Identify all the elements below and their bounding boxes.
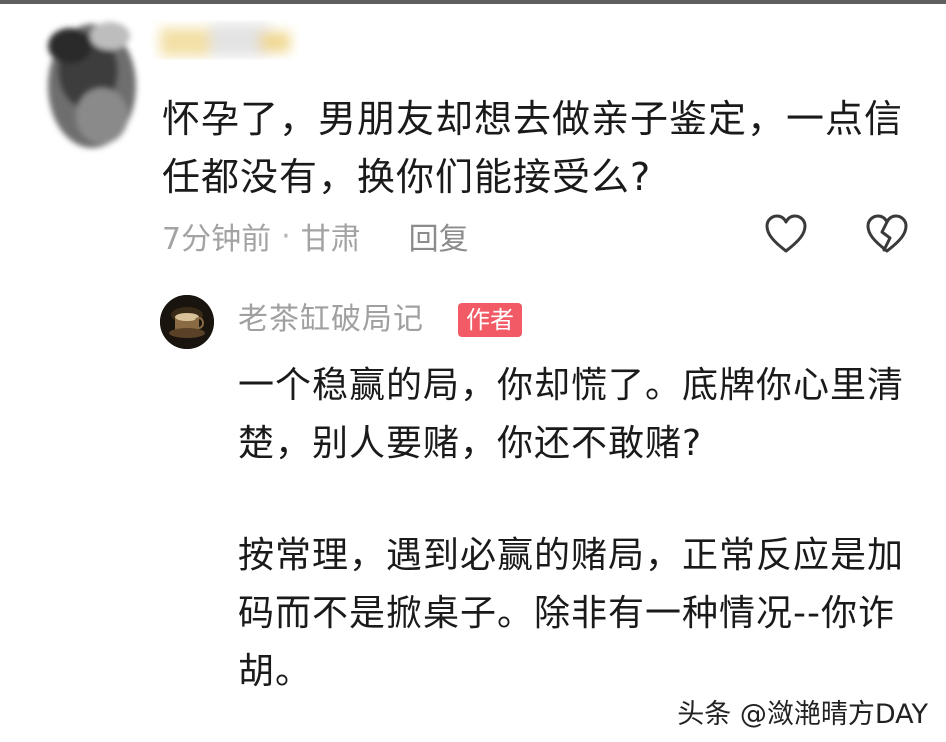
comment-meta: 7分钟前 · 甘肃 回复 <box>162 214 469 258</box>
commenter-avatar-blurred[interactable] <box>30 6 150 156</box>
author-badge: 作者 <box>458 303 522 337</box>
heart-outline-icon[interactable] <box>763 212 809 258</box>
teacup-icon <box>160 295 214 349</box>
author-avatar[interactable] <box>160 295 214 349</box>
commenter-name-blurred[interactable] <box>150 10 300 70</box>
top-divider <box>0 0 946 4</box>
watermark: 头条 @潋滟晴方DAY <box>677 699 928 730</box>
broken-heart-icon[interactable] <box>864 212 910 258</box>
reply-button[interactable]: 回复 <box>409 214 469 258</box>
reply-paragraph-2: 按常理，遇到必赢的赌局，正常反应是加码而不是掀桌子。除非有一种情况--你诈胡。 <box>238 535 905 692</box>
meta-separator: · <box>281 218 291 254</box>
author-name[interactable]: 老茶缸破局记 <box>238 298 424 342</box>
comment-time: 7分钟前 <box>162 222 272 257</box>
comment-text: 怀孕了，男朋友却想去做亲子鉴定，一点信任都没有，换你们能接受么? <box>162 97 904 199</box>
reply-paragraph-1: 一个稳赢的局，你却慌了。底牌你心里清楚，别人要赌，你还不敢赌? <box>238 365 905 464</box>
comment-location: 甘肃 <box>300 222 361 257</box>
